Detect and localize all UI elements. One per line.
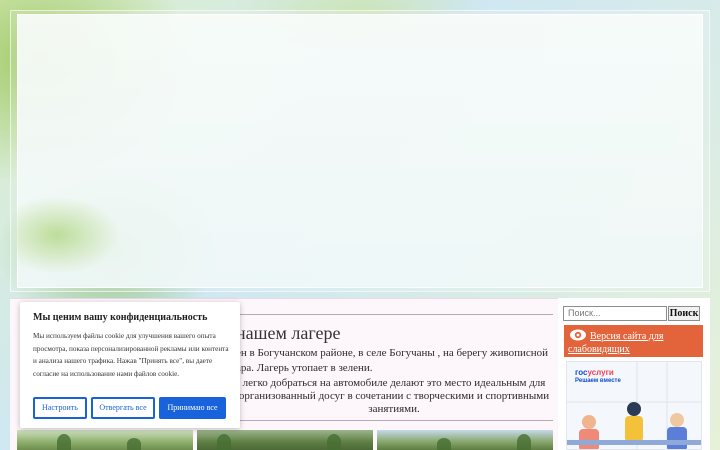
low-vision-link[interactable]: Версия сайта для слабовидящих bbox=[568, 330, 700, 356]
title-divider-bottom bbox=[237, 420, 553, 421]
tree-shape bbox=[57, 434, 71, 450]
cookie-title: Мы ценим вашу конфиденциальность bbox=[33, 312, 208, 323]
gosuslugi-logo: госуслуги bbox=[575, 368, 614, 377]
gallery-photo-2[interactable] bbox=[197, 430, 373, 450]
tree-shape bbox=[127, 438, 141, 450]
tree-shape bbox=[327, 434, 341, 450]
gallery-photo-1[interactable] bbox=[17, 430, 193, 450]
cookie-settings-button[interactable]: Настроить bbox=[33, 397, 87, 419]
cookie-accept-button[interactable]: Принимаю все bbox=[159, 397, 226, 419]
gosuslugi-logo-accent: услуги bbox=[587, 368, 614, 377]
about-paragraph-1: ен в Богучанском районе, в селе Богучаны… bbox=[236, 347, 549, 374]
cookie-text: Мы используем файлы cookie для улучшения… bbox=[33, 332, 229, 378]
about-title: нашем лагере bbox=[236, 323, 341, 343]
tree-shape bbox=[437, 438, 451, 450]
gallery-photo-3[interactable] bbox=[377, 430, 553, 450]
cookie-reject-button[interactable]: Отвергать все bbox=[91, 397, 155, 419]
search-input[interactable]: Поиск... bbox=[563, 306, 667, 321]
tree-shape bbox=[517, 434, 531, 450]
tree-shape bbox=[217, 434, 231, 450]
gosuslugi-slogan: Решаем вместе bbox=[575, 378, 621, 384]
about-paragraph-2: легко добраться на автомобиле делают это… bbox=[238, 377, 550, 415]
hero-leaf-decoration bbox=[17, 185, 157, 285]
gosuslugi-logo-main: гос bbox=[575, 368, 588, 377]
title-divider-top bbox=[237, 314, 553, 315]
search-button[interactable]: Поиск bbox=[668, 306, 700, 321]
